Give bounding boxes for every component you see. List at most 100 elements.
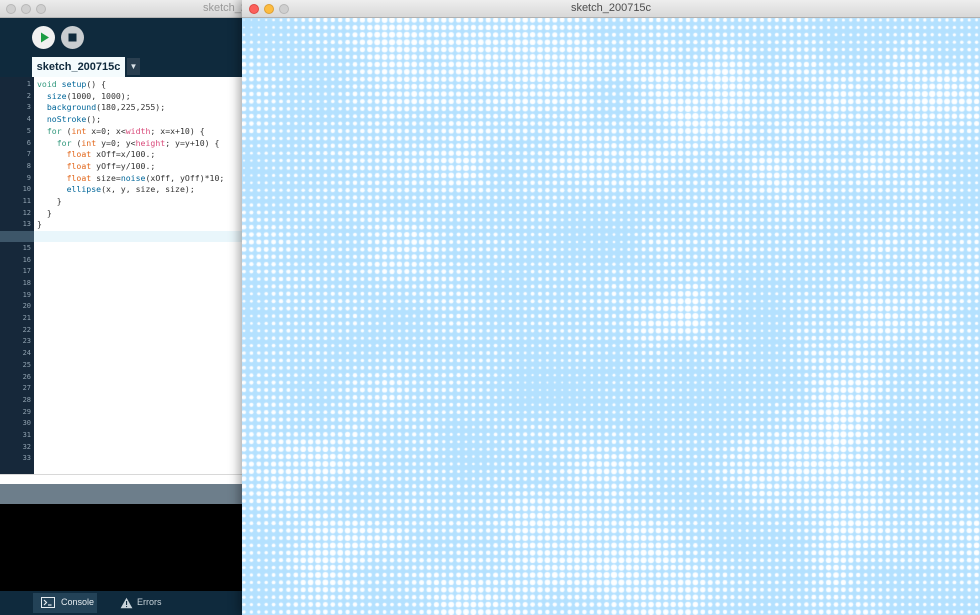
code-token: (1000, 1000);: [66, 90, 131, 101]
ide-minimize-button[interactable]: [21, 4, 31, 14]
ide-close-button[interactable]: [6, 4, 16, 14]
tab-console[interactable]: Console: [33, 593, 97, 613]
line-number: 10: [22, 185, 31, 194]
code-token: (x, y, size, size);: [101, 184, 195, 195]
code-token: background: [46, 102, 97, 113]
warning-icon: [120, 597, 133, 609]
line-number: 6: [26, 138, 31, 147]
stop-icon: [68, 33, 77, 42]
code-token: size: [46, 90, 67, 101]
console-icon: [41, 597, 55, 608]
line-number: 4: [26, 115, 31, 124]
code-token: int: [71, 125, 87, 136]
line-number: 16: [22, 255, 31, 264]
code-token: float: [66, 149, 92, 160]
code-token: }: [37, 196, 62, 206]
code-token: float: [66, 172, 92, 183]
code-token: }: [37, 219, 42, 230]
line-number: 21: [22, 314, 31, 322]
stop-button[interactable]: [61, 26, 84, 49]
line-number: 2: [26, 91, 31, 100]
code-token: noStroke: [46, 114, 87, 125]
line-number-gutter: 1234567891011121314151617181920212223242…: [0, 77, 34, 474]
console-output: [0, 504, 244, 591]
code-line: }: [37, 196, 62, 206]
code-token: (xOff, yOff)*10;: [145, 172, 225, 183]
line-number: 5: [26, 126, 31, 135]
sketch-output-window: sketch_200715c: [242, 0, 980, 615]
code-line: for (int y=0; y<height; y=y+10) {: [37, 137, 220, 148]
ide-window-title: sketch_2: [203, 2, 244, 14]
sketch-titlebar: sketch_200715c: [242, 0, 980, 18]
line-number: 26: [22, 372, 31, 381]
code-token: noise: [120, 172, 146, 183]
line-number: 18: [22, 278, 31, 287]
run-button[interactable]: [32, 26, 55, 49]
code-token: ; y=y+10) {: [165, 137, 220, 148]
tab-sketch[interactable]: sketch_200715c: [32, 57, 125, 77]
code-token: ; x=x+10) {: [150, 125, 205, 136]
code-token: yOff=y/100.;: [91, 160, 156, 171]
code-token: int: [81, 137, 97, 148]
code-line: noStroke();: [37, 114, 101, 124]
line-number: 30: [22, 419, 31, 428]
code-token: () {: [86, 79, 107, 89]
code-token: width: [125, 125, 151, 136]
tab-errors[interactable]: Errors: [112, 593, 176, 613]
line-number: 9: [26, 173, 31, 182]
code-token: xOff=x/100.;: [91, 149, 156, 160]
code-token: }: [37, 207, 52, 218]
line-number: 22: [22, 325, 31, 334]
ide-toolbar: [0, 18, 244, 56]
line-number: 27: [22, 384, 31, 393]
code-token: y=0; y<: [96, 137, 136, 148]
line-number: 13: [22, 220, 31, 229]
code-line: }: [37, 219, 42, 229]
code-line: float size=noise(xOff, yOff)*10;: [37, 172, 225, 183]
line-number: 32: [22, 442, 31, 451]
code-line: float xOff=x/100.;: [37, 149, 156, 160]
code-line: }: [37, 208, 52, 218]
code-token: for: [46, 125, 62, 136]
current-line-gutter-highlight: [0, 231, 34, 243]
line-number: 24: [22, 349, 31, 358]
ide-zoom-button[interactable]: [36, 4, 46, 14]
line-number: 29: [22, 407, 31, 416]
sketch-canvas[interactable]: [242, 18, 980, 615]
status-bar: Console Errors: [0, 591, 244, 615]
processing-ide-window: sketch_2 sketch_200715c ▼ 1 2 3 4 5 6 7 8 9 10 11 1…: [0, 0, 244, 615]
code-line: float yOff=y/100.;: [37, 160, 156, 171]
code-token: height: [135, 137, 166, 148]
sketch-window-title: sketch_200715c: [570, 2, 652, 14]
code-token: void: [37, 79, 62, 89]
line-number: 17: [22, 267, 31, 276]
line-number: 3: [26, 103, 31, 112]
line-number: 28: [22, 395, 31, 404]
line-number: 7: [26, 150, 31, 159]
console-tab-label: Console: [61, 597, 95, 607]
code-token: setup: [61, 79, 87, 89]
line-number: 8: [26, 161, 31, 170]
current-line-highlight: [34, 231, 244, 243]
line-number: 19: [22, 290, 31, 299]
tab-menu-dropdown[interactable]: ▼: [127, 58, 140, 75]
line-number: 15: [22, 243, 31, 252]
line-number: 12: [22, 208, 31, 217]
code-token: x=0; x<: [86, 125, 126, 136]
line-number: 23: [22, 337, 31, 346]
editor-tab-row: sketch_200715c ▼: [0, 56, 244, 77]
line-number: 11: [22, 197, 31, 205]
code-editor[interactable]: 1234567891011121314151617181920212223242…: [0, 77, 244, 474]
ide-titlebar: sketch_2: [0, 0, 244, 18]
code-token: (180,225,255);: [96, 102, 166, 113]
play-icon: [41, 32, 49, 43]
line-number: 31: [22, 431, 31, 439]
code-line: size(1000, 1000);: [37, 91, 131, 101]
code-line: background(180,225,255);: [37, 102, 165, 112]
line-number: 33: [22, 454, 31, 463]
console-divider[interactable]: [0, 484, 244, 504]
